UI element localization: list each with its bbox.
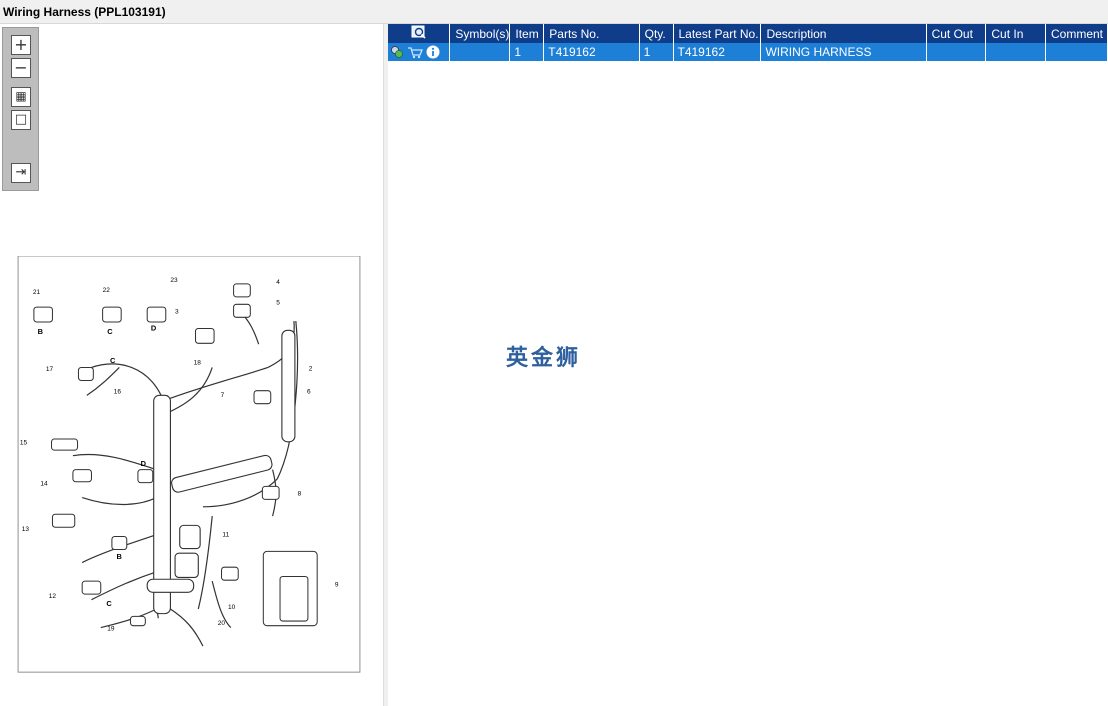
- fit-window-button[interactable]: □: [11, 110, 31, 130]
- zoom-out-button[interactable]: −: [11, 58, 31, 78]
- cell-qty: 1: [639, 43, 674, 61]
- header-qty[interactable]: Qty.: [639, 24, 674, 43]
- callout-4: 4: [276, 279, 280, 286]
- add-to-cart-icon[interactable]: [407, 45, 423, 59]
- connector-letter-b2: B: [117, 552, 123, 561]
- zoom-in-icon: +: [14, 35, 28, 54]
- connector-letter-c1: C: [107, 327, 113, 336]
- callout-20: 20: [218, 620, 226, 627]
- callout-18: 18: [194, 360, 202, 367]
- zoom-out-icon: −: [14, 58, 28, 77]
- watermark-text: 英金狮: [506, 346, 582, 371]
- header-comment[interactable]: Comment: [1045, 24, 1108, 43]
- illustration-pane[interactable]: + − ▦ □ ⇥ 1: [0, 24, 383, 706]
- callout-16: 16: [114, 388, 122, 395]
- connector-letter-c3: C: [106, 599, 112, 608]
- header-item[interactable]: Item: [509, 24, 545, 43]
- cell-comment: [1045, 43, 1108, 61]
- callout-10: 10: [228, 604, 236, 611]
- parts-list-pane: Symbol(s) Item Parts No. Qty. Latest Par…: [388, 24, 1108, 706]
- header-cut-in[interactable]: Cut In: [985, 24, 1046, 43]
- viewer-toolbar: + − ▦ □ ⇥: [2, 27, 39, 191]
- export-icon: ⇥: [15, 165, 27, 180]
- header-latest-part-no[interactable]: Latest Part No.: [673, 24, 762, 43]
- callout-12: 12: [49, 593, 57, 600]
- cell-symbols: [449, 43, 511, 61]
- header-description[interactable]: Description: [760, 24, 927, 43]
- callout-11: 11: [222, 532, 229, 539]
- cell-cut-in: [985, 43, 1046, 61]
- connector-letter-d2: D: [141, 459, 147, 468]
- connector-letter-c2: C: [110, 356, 116, 365]
- cell-cut-out: [926, 43, 987, 61]
- magnifier-icon: [411, 25, 426, 39]
- parts-table: Symbol(s) Item Parts No. Qty. Latest Par…: [388, 24, 1108, 61]
- window-title: Wiring Harness (PPL103191): [3, 5, 166, 19]
- cell-description: WIRING HARNESS: [760, 43, 927, 61]
- connector-letter-d1: D: [151, 323, 157, 332]
- header-cut-out[interactable]: Cut Out: [926, 24, 987, 43]
- callout-8: 8: [298, 491, 302, 498]
- info-icon[interactable]: [426, 45, 440, 59]
- header-tools[interactable]: [388, 24, 451, 43]
- callout-17: 17: [46, 366, 54, 373]
- cell-item: 1: [509, 43, 545, 61]
- fit-window-icon: □: [14, 112, 28, 127]
- header-symbols[interactable]: Symbol(s): [449, 24, 511, 43]
- title-bar: Wiring Harness (PPL103191): [0, 0, 1108, 24]
- callout-21: 21: [33, 289, 41, 296]
- cell-latest-part-no: T419162: [673, 43, 762, 61]
- wiring-harness-drawing[interactable]: 1: [4, 256, 374, 674]
- callout-7: 7: [221, 392, 225, 399]
- cell-parts-no: T419162: [543, 43, 640, 61]
- callout-22: 22: [103, 287, 111, 294]
- zoom-in-button[interactable]: +: [11, 35, 31, 55]
- callout-23: 23: [170, 277, 178, 284]
- callout-14: 14: [40, 480, 48, 487]
- table-header-row: Symbol(s) Item Parts No. Qty. Latest Par…: [388, 24, 1108, 43]
- export-button[interactable]: ⇥: [11, 163, 31, 183]
- callout-3: 3: [175, 309, 179, 316]
- callout-5: 5: [276, 299, 280, 306]
- callout-9: 9: [335, 582, 339, 589]
- fit-all-button[interactable]: ▦: [11, 87, 31, 107]
- callout-6: 6: [307, 388, 311, 395]
- table-row[interactable]: 1 T419162 1 T419162 WIRING HARNESS: [388, 43, 1108, 61]
- callout-13: 13: [22, 526, 30, 533]
- parts-info-icon[interactable]: [390, 45, 404, 59]
- header-parts-no[interactable]: Parts No.: [543, 24, 640, 43]
- connector-letter-b1: B: [38, 327, 44, 336]
- callout-2: 2: [309, 365, 313, 372]
- callout-19: 19: [107, 625, 115, 632]
- callout-15: 15: [20, 440, 28, 447]
- row-tools-cell: [388, 43, 451, 61]
- fit-all-icon: ▦: [15, 89, 27, 103]
